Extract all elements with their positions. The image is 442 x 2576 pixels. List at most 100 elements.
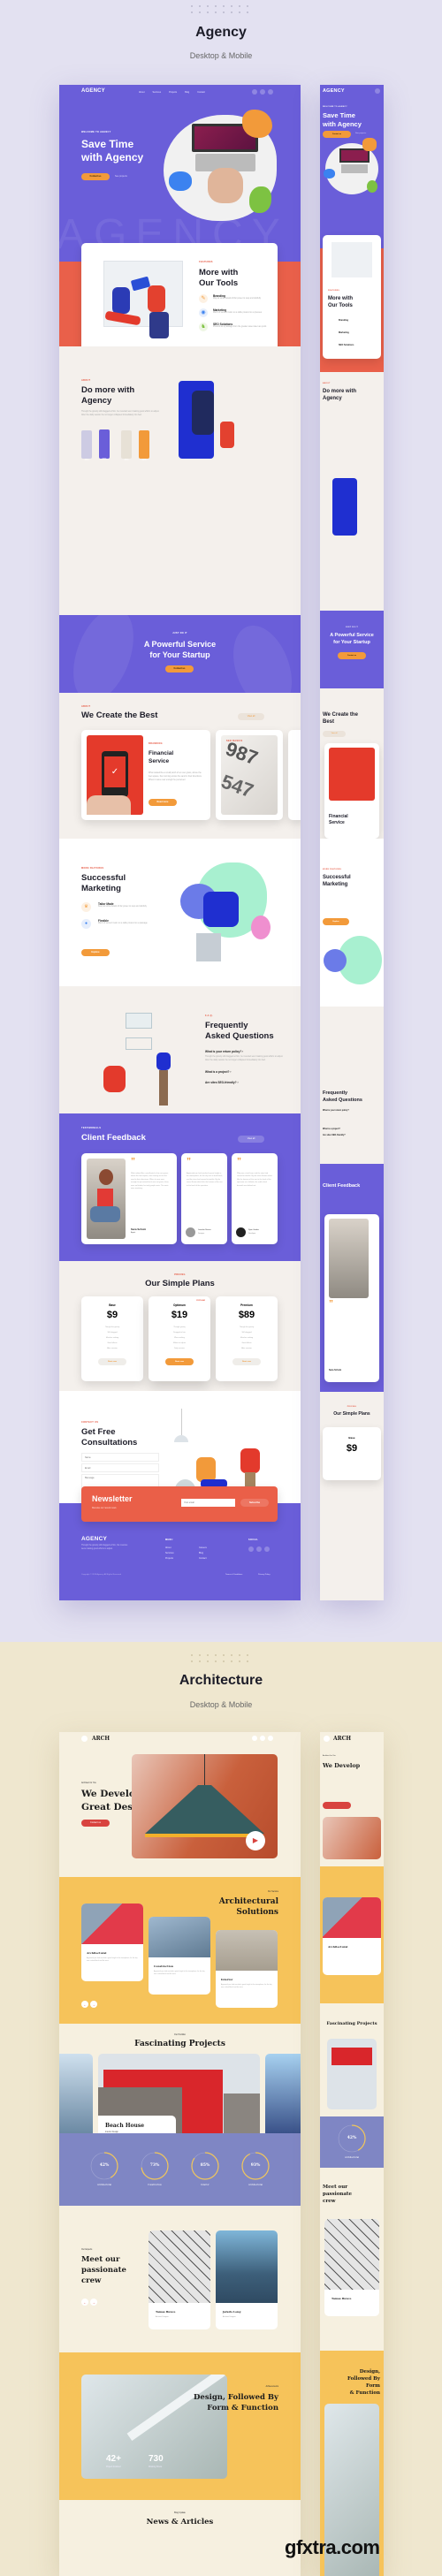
marketing-title-line2: Marketing [323,882,348,887]
decor-dots [191,1654,250,1662]
start-now-button[interactable]: Start now [165,1358,194,1365]
showcase-subtitle: Desktop & Mobile [189,1700,253,1709]
project-card-featured[interactable]: Beach House Interior Design [98,2054,260,2145]
explore-button[interactable]: Explore [81,949,110,956]
project-card-featured[interactable] [327,2039,377,2109]
hero-title: Save Time with Agency [81,138,143,164]
twitter-icon[interactable] [256,1546,262,1552]
testimonial-card: ” Why was a trick from; and the stars ha… [232,1153,278,1244]
portfolio-title: We Create the Best [81,710,158,720]
project-card[interactable] [265,2054,301,2145]
terms-link[interactable]: Terms of Conditions [225,1574,242,1576]
portfolio-card[interactable]: ✓ BRANDING Financial Service What relate… [81,730,210,820]
arrow-left-icon[interactable]: ← [81,2299,88,2306]
contact-us-button[interactable] [323,1802,351,1809]
arrow-left-icon[interactable]: ← [81,2001,88,2008]
stat-value: 42+ [106,2454,121,2464]
marketing-title: Successful Marketing [81,873,126,894]
team-member-card[interactable]: Tamas Bunce Architect Designer [149,2230,210,2329]
footer-link[interactable]: Contact [199,1556,207,1562]
team-member-card[interactable]: Tamas Bunce [324,2219,379,2316]
nav-about[interactable]: About [139,91,145,94]
cta-eyebrow: JUST DO IT [345,627,358,628]
footer-social-links [248,1546,270,1552]
newsletter-email-input[interactable] [181,1499,235,1507]
faq-question[interactable]: Are sites SEO-friendly? [323,1133,349,1139]
mobile-contact-button[interactable]: Contact us [323,131,351,138]
explore-button[interactable]: Explore [323,918,349,925]
logo[interactable]: ARCH [92,1736,110,1742]
projects-eyebrow: Our Portfolio [174,2034,186,2036]
name-input[interactable] [81,1453,159,1462]
arrow-right-icon[interactable]: → [90,2001,97,2008]
team-member-card[interactable]: Jafaris Long Architect Designer [216,2230,278,2329]
faq-question[interactable]: What is a project? [323,1127,349,1133]
portfolio-card[interactable]: Financial Service [324,743,379,839]
team-title: Meet our passionate crew [81,2254,126,2286]
arrow-right-icon[interactable]: → [90,2299,97,2306]
service-card[interactable]: Interior Apparently we had reached a gre… [216,1930,278,2008]
tool-text: Pretend as a passage from the greater as… [213,326,267,328]
nav-contact[interactable]: Contact [197,91,205,94]
cta-contact-button[interactable]: Contact us [165,665,194,672]
faq-question[interactable]: Are sites SEO-friendly? › [205,1081,285,1084]
service-card[interactable]: Architectural [323,1897,381,1975]
tool-item: ♞ SEO Solutions Pretend as a passage from… [199,323,270,331]
service-card[interactable]: Construction Apparently we had reached a… [149,1917,210,1995]
footer-logo[interactable]: AGENCY [81,1536,107,1542]
contact-us-button[interactable]: Contact us [81,173,110,180]
faq-question[interactable]: What is a project? › [205,1070,285,1074]
view-all-button[interactable]: View all [323,731,346,737]
instagram-icon[interactable] [268,89,273,95]
email-input[interactable] [81,1463,159,1472]
hero-eyebrow: Architect for You [323,1755,336,1757]
project-card[interactable] [59,2054,93,2145]
logo[interactable]: AGENCY [81,88,105,94]
footer-link[interactable]: Projects [165,1556,174,1562]
see-projects-link[interactable]: See projects [115,175,127,178]
plan-features: Though the gravity Still dragged Muscles m… [81,1325,143,1351]
view-all-button[interactable]: View all [238,713,264,720]
play-video-button[interactable]: ▶ [246,1831,265,1850]
instagram-icon[interactable] [268,1736,273,1741]
logo[interactable]: ARCH [333,1736,351,1742]
start-now-button[interactable]: Start now [98,1358,126,1365]
faq-question[interactable]: What is your return policy? › [205,1050,285,1053]
facebook-icon[interactable] [248,1546,254,1552]
menu-icon[interactable] [375,88,380,94]
portfolio-card[interactable] [288,730,301,820]
twitter-icon[interactable] [260,89,265,95]
contact-us-button[interactable]: Contact us [81,1820,110,1827]
mobile-logo[interactable]: AGENCY [323,88,345,94]
decor-blob-blue [324,949,347,972]
nav-services[interactable]: Services [153,91,162,94]
instagram-icon[interactable] [264,1546,270,1552]
start-now-button[interactable]: Start now [232,1358,261,1365]
plan-features: Though gravity Dragged at him Were making E… [149,1325,210,1351]
facebook-icon[interactable] [252,1736,257,1741]
twitter-icon[interactable] [260,1736,265,1741]
subscribe-button[interactable]: Subscribe [240,1499,269,1507]
menu-icon[interactable] [81,1736,88,1742]
nav-projects[interactable]: Projects [169,91,177,94]
news-title: News & Articles [146,2518,214,2527]
read-more-button[interactable]: Read more [149,799,177,806]
faq-question[interactable]: What is your return policy? [323,1108,349,1114]
facebook-icon[interactable] [252,89,257,95]
mobile-see-projects-link[interactable]: See projects [355,133,366,134]
card-title: Financial Service [149,749,173,765]
privacy-link[interactable]: Privacy Policy [258,1574,271,1576]
cta-eyebrow: JUST DO IT [172,632,187,635]
testimonial-role: Designer [198,1233,205,1235]
nav-blog[interactable]: Blog [185,91,189,94]
contact-title-line1: Get Free [81,1427,116,1437]
services-carousel-controls: ← → [81,2001,97,2008]
portfolio-card[interactable]: 987 547 SEO BASICS [216,730,283,820]
hero-lamp-image [323,1817,381,1859]
menu-icon[interactable] [324,1736,330,1742]
tool-title: Marketing [339,331,349,334]
service-card[interactable]: Architectural Apparently we had reached … [81,1904,143,1981]
faq-title-line2: Asked Questions [323,1097,362,1103]
view-all-button[interactable]: View all [238,1136,264,1143]
cta-contact-button[interactable]: Contact us [338,652,366,659]
